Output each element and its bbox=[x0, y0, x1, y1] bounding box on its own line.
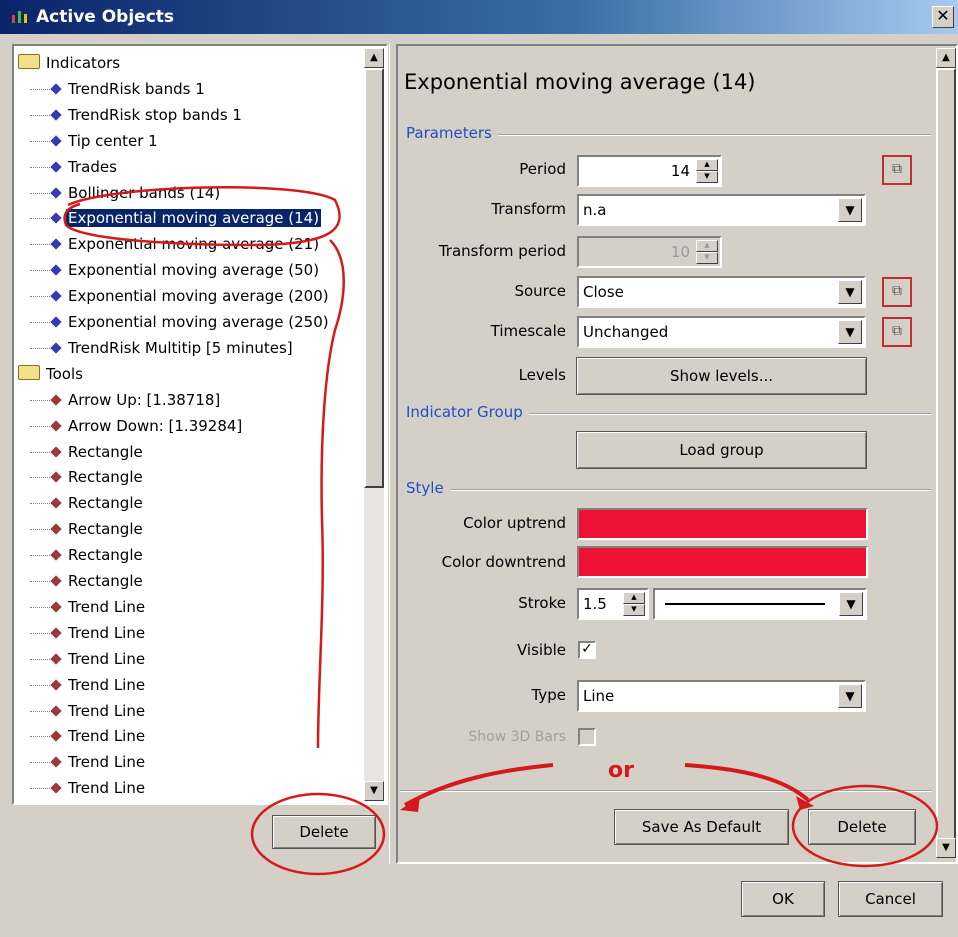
annotation-overlay bbox=[63, 186, 939, 876]
or-annotation: or bbox=[608, 758, 634, 783]
